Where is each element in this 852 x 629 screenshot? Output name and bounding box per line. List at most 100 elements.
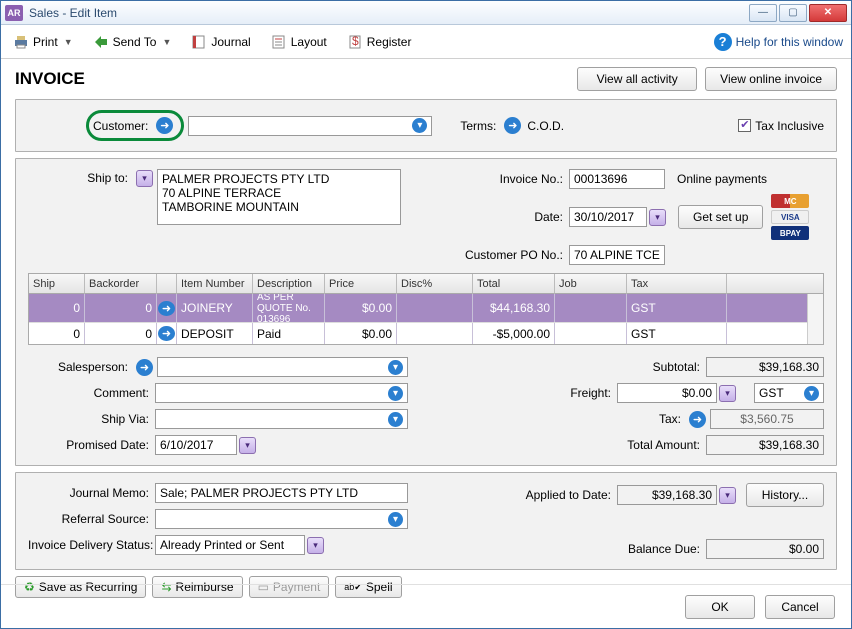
layout-button[interactable]: Layout <box>267 32 331 52</box>
cell-backorder[interactable]: 0 <box>85 323 157 344</box>
total-amount-label: Total Amount: <box>438 438 706 452</box>
visa-icon: VISA <box>771 210 809 224</box>
print-button[interactable]: Print▼ <box>9 32 77 52</box>
register-button[interactable]: $ Register <box>343 32 416 52</box>
customer-po-field[interactable]: 70 ALPINE TCE <box>569 245 665 265</box>
dropdown-icon[interactable]: ▾ <box>388 360 403 375</box>
bpay-icon: BPAY <box>771 226 809 240</box>
comment-label: Comment: <box>28 386 155 400</box>
view-activity-button[interactable]: View all activity <box>577 67 697 91</box>
col-description[interactable]: Description <box>253 274 325 294</box>
mastercard-icon: MC <box>771 194 809 208</box>
applied-to-date-label: Applied to Date: <box>438 488 617 502</box>
send-to-button[interactable]: Send To▼ <box>89 32 176 52</box>
promised-date-picker[interactable]: ▾ <box>239 437 256 454</box>
page-title: INVOICE <box>15 69 85 89</box>
cell-tax[interactable]: GST <box>627 323 727 344</box>
col-backorder[interactable]: Backorder <box>85 274 157 294</box>
cell-price[interactable]: $0.00 <box>325 323 397 344</box>
cell-ship[interactable]: 0 <box>29 323 85 344</box>
close-button[interactable]: ✕ <box>809 4 847 22</box>
applied-dropdown[interactable]: ▾ <box>719 487 736 504</box>
cell-disc[interactable] <box>397 323 473 344</box>
help-link[interactable]: ? Help for this window <box>714 33 843 51</box>
cell-ship[interactable]: 0 <box>29 294 85 322</box>
comment-field[interactable]: ▾ <box>155 383 408 403</box>
journal-icon <box>191 34 207 50</box>
table-row[interactable]: 0 0 ➜ DEPOSIT Paid $0.00 -$5,000.00 GST <box>29 322 807 344</box>
col-price[interactable]: Price <box>325 274 397 294</box>
ship-to-address[interactable]: PALMER PROJECTS PTY LTD 70 ALPINE TERRAC… <box>157 169 401 225</box>
referral-source-field[interactable]: ▾ <box>155 509 408 529</box>
row-lookup-button[interactable]: ➜ <box>158 301 175 316</box>
caret-icon: ▼ <box>162 37 171 47</box>
customer-dropdown-icon[interactable]: ▾ <box>412 118 427 133</box>
salesperson-label: Salesperson: <box>28 360 134 374</box>
tax-lookup-button[interactable]: ➜ <box>689 411 706 428</box>
delivery-status-label: Invoice Delivery Status: <box>28 538 155 552</box>
col-disc[interactable]: Disc% <box>397 274 473 294</box>
journal-memo-field[interactable]: Sale; PALMER PROJECTS PTY LTD <box>155 483 408 503</box>
terms-lookup-button[interactable]: ➜ <box>504 117 521 134</box>
history-button[interactable]: History... <box>746 483 824 507</box>
delivery-status-field[interactable]: Already Printed or Sent <box>155 535 305 555</box>
row-lookup-button[interactable]: ➜ <box>158 326 175 341</box>
cell-item[interactable]: JOINERY <box>177 294 253 322</box>
delivery-status-dropdown[interactable]: ▾ <box>307 537 324 554</box>
printer-icon <box>13 34 29 50</box>
cell-job[interactable] <box>555 294 627 322</box>
minimize-button[interactable]: — <box>749 4 777 22</box>
invoice-no-label: Invoice No.: <box>449 172 569 186</box>
ship-via-field[interactable]: ▾ <box>155 409 408 429</box>
col-ship[interactable]: Ship <box>29 274 85 294</box>
view-online-invoice-button[interactable]: View online invoice <box>705 67 837 91</box>
dropdown-icon[interactable]: ▾ <box>388 412 403 427</box>
ok-button[interactable]: OK <box>685 595 755 619</box>
freight-field[interactable]: $0.00 <box>617 383 717 403</box>
tax-inclusive-checkbox[interactable] <box>738 119 751 132</box>
salesperson-field[interactable]: ▾ <box>157 357 408 377</box>
table-row[interactable]: 0 0 ➜ JOINERY AS PER QUOTE No. 013696 $0… <box>29 294 807 322</box>
customer-lookup-button[interactable]: ➜ <box>156 117 173 134</box>
col-item-number[interactable]: Item Number <box>177 274 253 294</box>
freight-tax-field[interactable]: GST▾ <box>754 383 824 403</box>
cell-price[interactable]: $0.00 <box>325 294 397 322</box>
customer-field[interactable]: ▾ <box>188 116 432 136</box>
salesperson-lookup-button[interactable]: ➜ <box>136 359 153 376</box>
date-field[interactable]: 30/10/2017 <box>569 207 647 227</box>
cell-tax[interactable]: GST <box>627 294 727 322</box>
panel-main: Ship to: ▾ PALMER PROJECTS PTY LTD 70 AL… <box>15 158 837 466</box>
svg-text:$: $ <box>352 34 359 48</box>
cell-job[interactable] <box>555 323 627 344</box>
cell-desc[interactable]: AS PER QUOTE No. 013696 <box>253 294 325 322</box>
get-set-up-button[interactable]: Get set up <box>678 205 763 229</box>
cell-desc[interactable]: Paid <box>253 323 325 344</box>
print-label: Print <box>33 35 58 49</box>
send-icon <box>93 34 109 50</box>
col-job[interactable]: Job <box>555 274 627 294</box>
dropdown-icon[interactable]: ▾ <box>804 386 819 401</box>
freight-dropdown[interactable]: ▾ <box>719 385 736 402</box>
col-spacer <box>727 274 823 294</box>
col-tax[interactable]: Tax <box>627 274 727 294</box>
cell-total[interactable]: -$5,000.00 <box>473 323 555 344</box>
table-scrollbar[interactable] <box>807 294 823 344</box>
cell-disc[interactable] <box>397 294 473 322</box>
dropdown-icon[interactable]: ▾ <box>388 386 403 401</box>
help-icon: ? <box>714 33 732 51</box>
date-picker-button[interactable]: ▾ <box>649 209 666 226</box>
referral-source-label: Referral Source: <box>28 512 155 526</box>
cell-total[interactable]: $44,168.30 <box>473 294 555 322</box>
journal-button[interactable]: Journal <box>187 32 254 52</box>
promised-date-field[interactable]: 6/10/2017 <box>155 435 237 455</box>
dropdown-icon[interactable]: ▾ <box>388 512 403 527</box>
dialog-footer: OK Cancel <box>1 584 851 628</box>
cell-backorder[interactable]: 0 <box>85 294 157 322</box>
ship-to-dropdown-button[interactable]: ▾ <box>136 170 153 187</box>
maximize-button[interactable]: ▢ <box>779 4 807 22</box>
invoice-no-field[interactable]: 00013696 <box>569 169 665 189</box>
tax-label: Tax: <box>438 412 687 426</box>
cell-item[interactable]: DEPOSIT <box>177 323 253 344</box>
cancel-button[interactable]: Cancel <box>765 595 835 619</box>
col-total[interactable]: Total <box>473 274 555 294</box>
